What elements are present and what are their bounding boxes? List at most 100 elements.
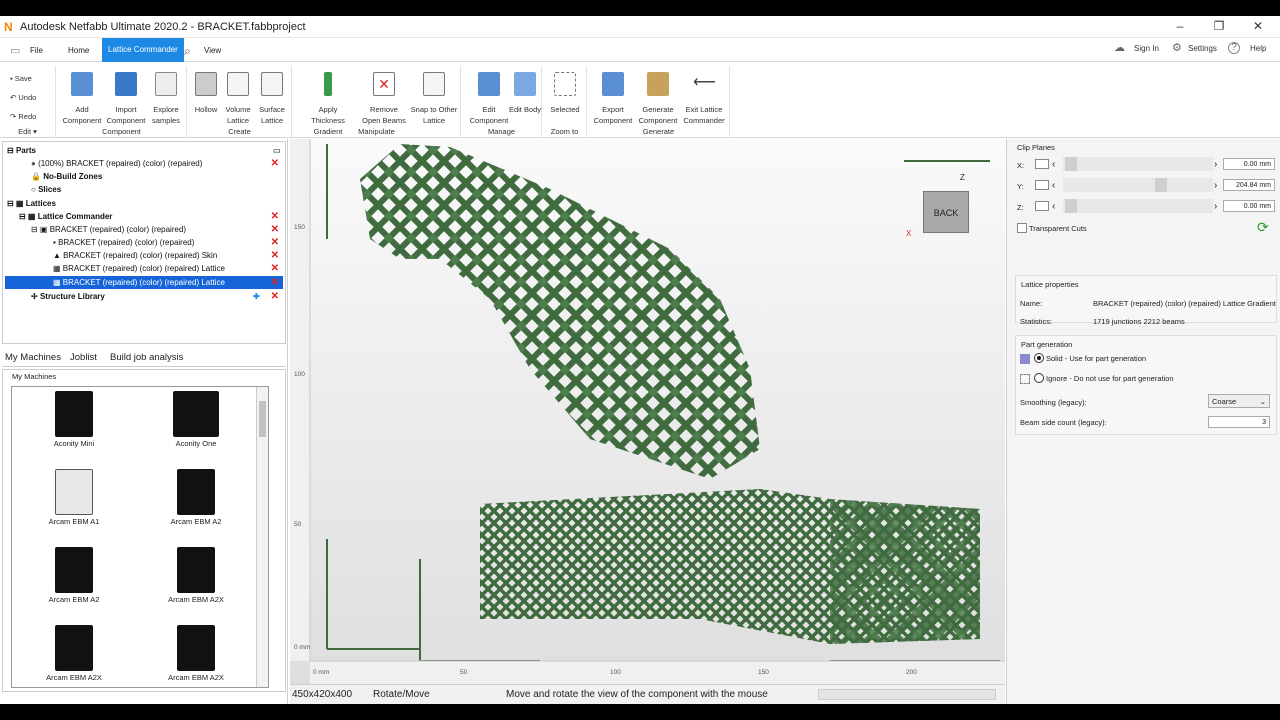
3d-viewport[interactable]: BACK Z X 0 mm 50 100 150 200 150 100 50 … — [290, 139, 1005, 684]
slider-thumb[interactable] — [1155, 178, 1167, 192]
status-bar: 450x420x400 Rotate/Move Move and rotate … — [290, 684, 1005, 704]
surface-lattice-button[interactable]: Surface Lattice — [249, 70, 295, 126]
snap-to-other-lattice-button[interactable]: Snap to Other Lattice — [409, 70, 459, 126]
sign-in-button[interactable]: Sign In — [1134, 44, 1159, 53]
export-component-button[interactable]: Export Component — [590, 70, 636, 126]
settings-button[interactable]: Settings — [1188, 44, 1217, 53]
clip-y-checkbox[interactable] — [1035, 180, 1049, 190]
machine-item[interactable]: Arcam EBM A2X — [146, 625, 246, 682]
tab-joblist[interactable]: Joblist — [70, 352, 97, 363]
tree-item-component-1[interactable]: ▪ BRACKET (repaired) (color) (repaired) ✕ — [53, 236, 283, 249]
add-component-button[interactable]: Add Component — [59, 70, 105, 126]
clip-x-value[interactable]: 0.00 mm — [1223, 158, 1275, 170]
clip-z-right-icon[interactable]: › — [1214, 201, 1217, 212]
x-tick-label: 50 — [460, 669, 468, 676]
clip-y-slider[interactable] — [1063, 178, 1213, 192]
edit-group-label[interactable]: Edit ▾ — [0, 127, 55, 136]
remove-bracket-icon[interactable]: ✕ — [271, 223, 279, 236]
machine-item[interactable]: Arcam EBM A2 — [146, 469, 246, 526]
y-tick-label: 0 mm — [294, 644, 311, 651]
clip-z-slider[interactable] — [1063, 199, 1213, 213]
slider-thumb[interactable] — [1065, 199, 1077, 213]
clip-z-left-icon[interactable]: ‹ — [1052, 201, 1055, 212]
add-icon[interactable]: ✚ — [253, 290, 260, 303]
part-generation-title: Part generation — [1021, 340, 1073, 349]
machine-item[interactable]: Aconity Mini — [24, 391, 124, 448]
tab-build-job-analysis[interactable]: Build job analysis — [110, 352, 183, 363]
beam-side-count-input[interactable]: 3 — [1208, 416, 1270, 428]
clip-y-value[interactable]: 204.84 mm — [1223, 179, 1275, 191]
generate-component-button[interactable]: Generate Component — [635, 70, 681, 126]
machine-item[interactable]: Aconity One — [146, 391, 246, 448]
machine-item[interactable]: Arcam EBM A2X — [24, 625, 124, 682]
remove-part-icon[interactable]: ✕ — [271, 157, 279, 170]
ignore-label: Ignore - Do not use for part generation — [1046, 374, 1174, 383]
search-icon[interactable]: ⌕ — [178, 41, 197, 61]
clip-x-checkbox[interactable] — [1035, 159, 1049, 169]
clip-x-slider[interactable] — [1063, 157, 1213, 171]
app-window: N Autodesk Netfabb Ultimate 2020.2 - BRA… — [0, 16, 1280, 704]
tree-item-lattices[interactable]: ⊟ ▦ Lattices — [7, 197, 283, 210]
folder-icon[interactable]: ▭ — [273, 144, 281, 157]
clip-z-checkbox[interactable] — [1035, 201, 1049, 211]
slider-thumb[interactable] — [1065, 157, 1077, 171]
machine-item[interactable]: Arcam EBM A1 — [24, 469, 124, 526]
exit-lattice-commander-button[interactable]: ⟵ Exit Lattice Commander — [680, 70, 728, 126]
dimensions-readout: 450x420x400 — [292, 689, 353, 700]
tab-file[interactable]: File — [24, 41, 49, 61]
tab-my-machines[interactable]: My Machines — [5, 352, 61, 363]
tab-lattice-commander[interactable]: Lattice Commander — [102, 38, 184, 62]
tree-item-structure-library[interactable]: ✢ Structure Library ✚ ✕ — [31, 290, 283, 303]
machine-item[interactable]: Arcam EBM A2X — [146, 547, 246, 604]
tree-item-component-2[interactable]: ▲ BRACKET (repaired) (color) (repaired) … — [53, 249, 283, 262]
tree-item-bracket[interactable]: ⊟ ▣ BRACKET (repaired) (color) (repaired… — [31, 223, 283, 236]
machine-list-scrollbar[interactable] — [256, 387, 268, 687]
machine-image — [177, 469, 215, 515]
tree-item-part[interactable]: ● (100%) BRACKET (repaired) (color) (rep… — [31, 157, 283, 170]
tree-item-no-build-zones[interactable]: 🔒 No-Build Zones — [31, 170, 283, 183]
menu-bar: ▭ File Home Lattice Commander ⌕ View ☁ S… — [0, 38, 1280, 62]
remove-c3-icon[interactable]: ✕ — [271, 262, 279, 275]
solid-icon — [1020, 354, 1030, 364]
tree-item-parts[interactable]: ⊟ Parts ▭ — [7, 144, 283, 157]
transparent-cuts-checkbox[interactable] — [1017, 223, 1027, 233]
machine-item[interactable]: Arcam EBM A2 — [24, 547, 124, 604]
refresh-icon[interactable]: ⟳ — [1257, 219, 1269, 236]
solid-radio[interactable] — [1034, 353, 1044, 363]
clip-x-right-icon[interactable]: › — [1214, 159, 1217, 170]
component-group-label: Component — [102, 127, 141, 136]
remove-c2-icon[interactable]: ✕ — [271, 249, 279, 262]
redo-button[interactable]: ↷ Redo — [10, 112, 36, 121]
clip-z-value[interactable]: 0.00 mm — [1223, 200, 1275, 212]
close-button[interactable]: ✕ — [1248, 19, 1268, 35]
tree-item-slices[interactable]: ○ Slices — [31, 183, 283, 196]
maximize-button[interactable]: ❐ — [1209, 19, 1229, 35]
remove-c4-icon[interactable]: ✕ — [271, 276, 279, 289]
clip-y-right-icon[interactable]: › — [1214, 180, 1217, 191]
tab-view[interactable]: View — [198, 41, 227, 61]
smoothing-select[interactable]: Coarse ⌄ — [1208, 394, 1270, 408]
lattice-model-render[interactable] — [290, 139, 1005, 684]
gear-icon: ⚙ — [1172, 42, 1182, 54]
save-button[interactable]: ▪ Save — [10, 74, 32, 83]
view-cube[interactable]: BACK — [923, 191, 969, 233]
undo-button[interactable]: ↶ Undo — [10, 93, 36, 102]
tree-item-lattice-commander[interactable]: ⊟ ▦ Lattice Commander ✕ — [19, 210, 283, 223]
x-tick-label: 100 — [610, 669, 621, 676]
remove-open-beams-button[interactable]: ✕ Remove Open Beams — [361, 70, 407, 126]
help-button[interactable]: Help — [1250, 44, 1266, 53]
remove-structlib-icon[interactable]: ✕ — [271, 290, 279, 303]
ignore-radio[interactable] — [1034, 373, 1044, 383]
tab-home[interactable]: Home — [62, 41, 95, 61]
clip-y-left-icon[interactable]: ‹ — [1052, 180, 1055, 191]
group-component: Add Component Import Component Explore s… — [57, 66, 187, 138]
remove-lc-icon[interactable]: ✕ — [271, 210, 279, 223]
zoom-selected-button[interactable]: Selected — [542, 70, 588, 115]
clip-x-left-icon[interactable]: ‹ — [1052, 159, 1055, 170]
minimize-button[interactable]: – — [1170, 19, 1190, 35]
remove-c1-icon[interactable]: ✕ — [271, 236, 279, 249]
tree-item-component-4-selected[interactable]: ▦ BRACKET (repaired) (color) (repaired) … — [5, 276, 283, 289]
tree-item-component-3[interactable]: ▦ BRACKET (repaired) (color) (repaired) … — [53, 262, 283, 275]
group-generate: Export Component Generate Component ⟵ Exi… — [588, 66, 730, 138]
scrollbar-thumb[interactable] — [259, 401, 266, 437]
